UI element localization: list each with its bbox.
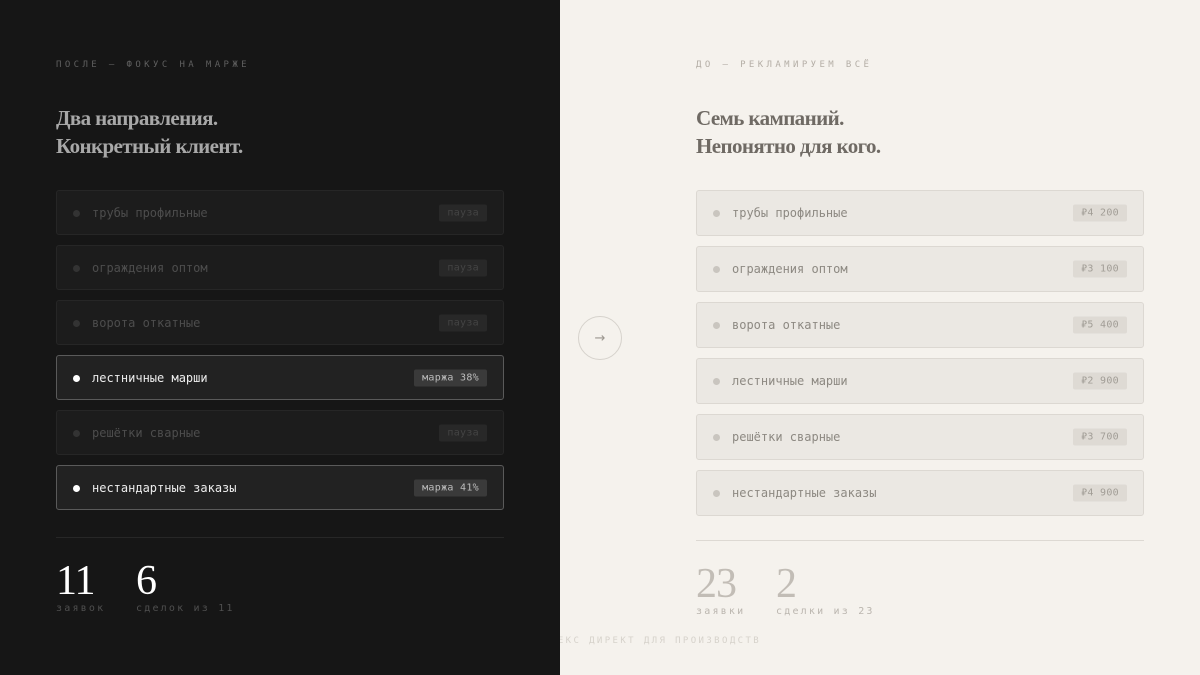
status-dot-icon — [713, 378, 720, 385]
spend-tag: ₽3 100 — [1073, 260, 1127, 278]
campaign-label: нестандартные заказы — [92, 480, 237, 495]
before-headline-line-2: Непонятно для кого. — [696, 134, 881, 158]
campaign-tag: пауза — [439, 259, 487, 276]
before-eyebrow: ДО — РЕКЛАМИРУЕМ ВСЁ — [696, 60, 873, 70]
after-stat-deals: 6 сделок из 11 — [136, 559, 235, 614]
campaign-label: лестничные марши — [732, 374, 848, 388]
after-campaign-row[interactable]: ворота откатные пауза — [56, 300, 504, 345]
before-headline-line-1: Семь кампаний. — [696, 106, 844, 130]
before-campaign-row[interactable]: ворота откатные ₽5 400 — [696, 302, 1144, 348]
before-headline: Семь кампаний. Непонятно для кого. — [696, 104, 881, 160]
after-campaign-row-active[interactable]: нестандартные заказы маржа 41% — [56, 465, 504, 510]
campaign-label: лестничные марши — [92, 370, 208, 385]
stat-value: 11 — [56, 558, 95, 604]
campaign-label: трубы профильные — [92, 205, 208, 220]
before-campaign-row[interactable]: ограждения оптом ₽3 100 — [696, 246, 1144, 292]
campaign-label: решётки сварные — [92, 425, 201, 440]
status-dot-icon — [73, 374, 80, 382]
after-campaign-row[interactable]: решётки сварные пауза — [56, 410, 504, 455]
footer-text: ДЕКС ДИРЕКТ ДЛЯ ПРОИЗВОДСТВ — [560, 636, 762, 646]
spend-tag: ₽3 700 — [1073, 428, 1127, 446]
campaign-tag: пауза — [439, 314, 487, 331]
status-dot-icon — [73, 319, 80, 327]
after-headline: Два направления. Конкретный клиент. — [56, 104, 243, 160]
after-stat-leads: 11 заявок — [56, 559, 105, 614]
footer-caption: ДЕКС ДИРЕКТ ДЛЯ ПРОИЗВОДСТВ — [560, 636, 860, 648]
campaign-label: ограждения оптом — [732, 262, 848, 276]
status-dot-icon — [713, 210, 720, 217]
campaign-tag: пауза — [439, 204, 487, 221]
arrow-right-icon[interactable]: → — [578, 316, 622, 360]
before-campaign-row[interactable]: нестандартные заказы ₽4 900 — [696, 470, 1144, 516]
before-panel: ДО — РЕКЛАМИРУЕМ ВСЁ Семь кампаний. Непо… — [560, 0, 1200, 675]
after-campaign-row[interactable]: ограждения оптом пауза — [56, 245, 504, 290]
stat-label: сделок из 11 — [136, 603, 235, 614]
status-dot-icon — [713, 322, 720, 329]
campaign-label: ограждения оптом — [92, 260, 208, 275]
stat-value: 2 — [776, 561, 797, 607]
spend-tag: ₽2 900 — [1073, 372, 1127, 390]
campaign-label: ворота откатные — [92, 315, 201, 330]
after-campaign-row-active[interactable]: лестничные марши маржа 38% — [56, 355, 504, 400]
status-dot-icon — [713, 490, 720, 497]
before-stat-leads: 23 заявки — [696, 562, 745, 617]
status-dot-icon — [713, 266, 720, 273]
status-dot-icon — [73, 209, 80, 217]
before-campaign-row[interactable]: трубы профильные ₽4 200 — [696, 190, 1144, 236]
after-campaign-row[interactable]: трубы профильные пауза — [56, 190, 504, 235]
status-dot-icon — [73, 264, 80, 272]
after-divider — [56, 537, 504, 538]
stat-value: 23 — [696, 561, 737, 607]
spend-tag: ₽4 900 — [1073, 484, 1127, 502]
campaign-label: решётки сварные — [732, 430, 841, 444]
after-panel: ПОСЛЕ — ФОКУС НА МАРЖЕ Два направления. … — [0, 0, 560, 675]
spend-tag: ₽4 200 — [1073, 204, 1127, 222]
stat-label: заявок — [56, 603, 106, 614]
margin-tag: маржа 41% — [414, 479, 487, 496]
before-divider — [696, 540, 1144, 541]
campaign-label: нестандартные заказы — [732, 486, 877, 500]
campaign-label: ворота откатные — [732, 318, 841, 332]
before-campaign-row[interactable]: лестничные марши ₽2 900 — [696, 358, 1144, 404]
status-dot-icon — [73, 484, 80, 492]
margin-tag: маржа 38% — [414, 369, 487, 386]
stat-label: заявки — [696, 606, 746, 617]
after-headline-line-1: Два направления. — [56, 106, 218, 130]
before-campaign-list: трубы профильные ₽4 200 ограждения оптом… — [696, 190, 1144, 526]
stat-label: сделки из 23 — [776, 606, 875, 617]
spend-tag: ₽5 400 — [1073, 316, 1127, 334]
after-eyebrow: ПОСЛЕ — ФОКУС НА МАРЖЕ — [56, 60, 251, 70]
campaign-label: трубы профильные — [732, 206, 848, 220]
status-dot-icon — [713, 434, 720, 441]
stat-value: 6 — [136, 558, 157, 604]
after-campaign-list: трубы профильные пауза ограждения оптом … — [56, 190, 504, 520]
after-headline-line-2: Конкретный клиент. — [56, 134, 243, 158]
status-dot-icon — [73, 429, 80, 437]
before-stat-deals: 2 сделки из 23 — [776, 562, 875, 617]
before-campaign-row[interactable]: решётки сварные ₽3 700 — [696, 414, 1144, 460]
campaign-tag: пауза — [439, 424, 487, 441]
